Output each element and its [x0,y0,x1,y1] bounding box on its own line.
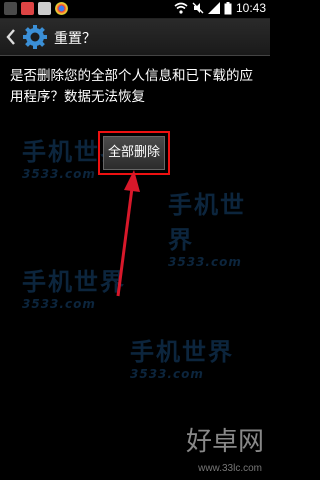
site-logo: 好卓网 [185,427,264,457]
arrow-annotation [116,170,140,297]
page-title: 重置？ [54,31,96,47]
watermark-text: 手机世界 [168,191,246,254]
watermark-sub: 3533.com [168,255,242,269]
watermark-text: 手机世界 [130,338,234,366]
chrome-notification-icon [55,2,68,15]
site-url: www.33lc.com [198,463,262,474]
gallery-notification-icon [21,2,34,15]
reset-message: 是否删除您的全部个人信息和已下载的应用程序？数据无法恢复 [10,68,253,105]
gear-icon [23,25,47,49]
signal-icon [207,2,220,14]
mute-icon [192,2,204,14]
delete-all-button[interactable]: 全部删除 [103,136,165,170]
action-bar: 重置？ [0,19,270,56]
notification-icons [4,2,68,15]
watermark: 手机世界 3533.com [168,185,270,269]
app-notification-icon [4,2,17,15]
wifi-icon [174,2,188,14]
watermark: 手机世界 3533.com [130,332,234,381]
watermark-sub: 3533.com [130,367,204,381]
clock: 10:43 [235,1,266,15]
back-icon[interactable] [4,27,18,47]
status-bar: 10:43 [0,0,270,19]
battery-icon [224,1,232,14]
shield-notification-icon [38,2,51,15]
